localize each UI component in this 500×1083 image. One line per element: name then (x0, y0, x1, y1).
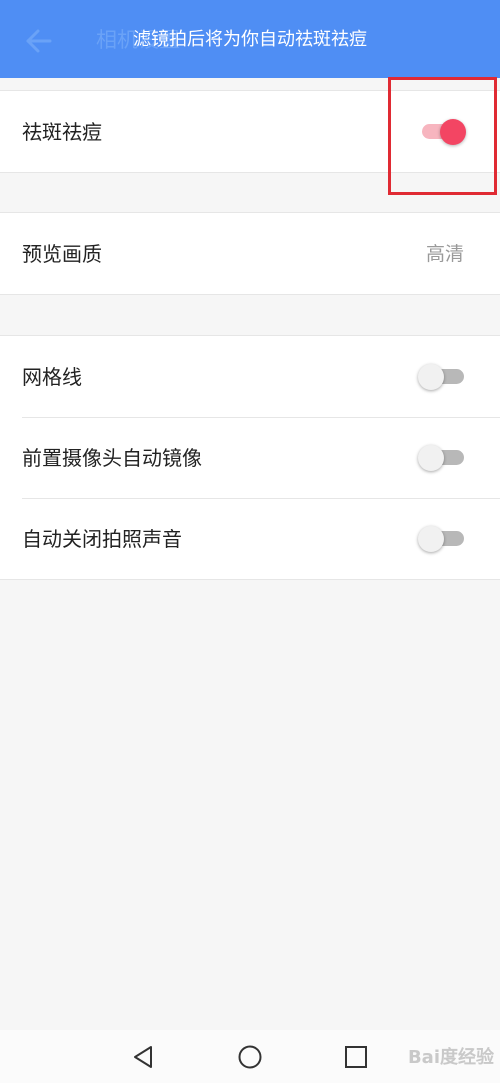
app-header: 相机设置 滤镜拍后将为你自动祛斑祛痘 (0, 0, 500, 78)
toggle-thumb (418, 445, 444, 471)
settings-group-camera: 网格线 前置摄像头自动镜像 自动关闭拍照声音 (0, 335, 500, 580)
toggle-thumb (418, 364, 444, 390)
setting-row-preview-quality[interactable]: 预览画质 高清 (0, 213, 500, 294)
grid-lines-toggle[interactable] (418, 364, 464, 390)
front-mirror-toggle[interactable] (418, 445, 464, 471)
toggle-thumb (418, 526, 444, 552)
setting-row-shutter-sound[interactable]: 自动关闭拍照声音 (0, 498, 500, 579)
watermark-text: Bai度经验 (407, 1047, 494, 1068)
shutter-sound-toggle[interactable] (418, 526, 464, 552)
nav-home-button[interactable] (236, 1043, 264, 1071)
settings-screen: 相机设置 滤镜拍后将为你自动祛斑祛痘 祛斑祛痘 预览画质 高清 网格线 前置摄像… (0, 0, 500, 1083)
setting-label: 祛斑祛痘 (22, 120, 102, 144)
settings-group-preview: 预览画质 高清 (0, 212, 500, 295)
preview-quality-value: 高清 (425, 243, 464, 265)
square-recents-icon (345, 1046, 367, 1068)
setting-row-grid-lines[interactable]: 网格线 (0, 336, 500, 417)
toast-message: 滤镜拍后将为你自动祛斑祛痘 (133, 29, 367, 50)
nav-recents-button[interactable] (342, 1043, 370, 1071)
system-nav-bar: Bai度经验 (0, 1030, 500, 1083)
setting-label: 网格线 (22, 365, 82, 389)
setting-label: 自动关闭拍照声音 (22, 527, 182, 551)
setting-label: 预览画质 (22, 242, 102, 266)
circle-home-icon (238, 1045, 262, 1069)
triangle-back-icon (134, 1046, 152, 1068)
highlight-annotation (388, 77, 497, 195)
nav-back-button[interactable] (130, 1043, 158, 1071)
setting-label: 前置摄像头自动镜像 (22, 446, 202, 470)
setting-row-front-mirror[interactable]: 前置摄像头自动镜像 (0, 417, 500, 498)
